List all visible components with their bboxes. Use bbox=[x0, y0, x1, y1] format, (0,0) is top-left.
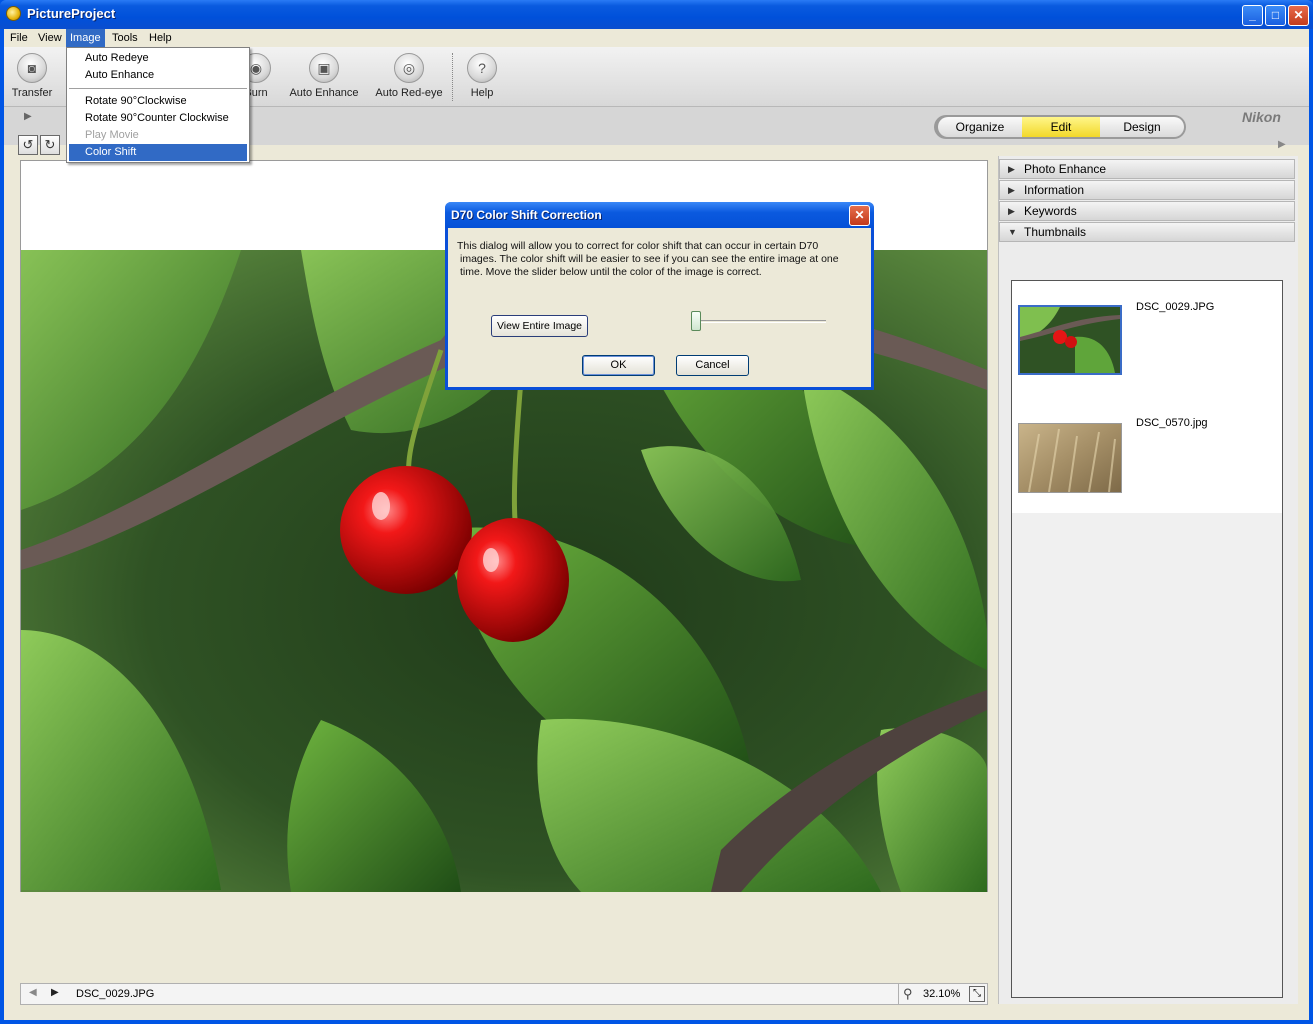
help-button[interactable]: ? Help bbox=[462, 51, 502, 105]
maximize-button[interactable]: □ bbox=[1265, 5, 1286, 26]
tab-design[interactable]: Design bbox=[1100, 117, 1184, 137]
color-shift-dialog: D70 Color Shift Correction ✕ This dialog… bbox=[445, 202, 874, 390]
collapse-arrow-icon: ▼ bbox=[1008, 227, 1017, 237]
ok-button[interactable]: OK bbox=[582, 355, 655, 376]
help-icon: ? bbox=[467, 53, 497, 83]
expand-arrow-icon: ▶ bbox=[1008, 164, 1015, 174]
cancel-button[interactable]: Cancel bbox=[676, 355, 749, 376]
rotate-cw-icon[interactable]: ↻ bbox=[40, 135, 60, 155]
color-shift-slider-thumb[interactable] bbox=[691, 311, 701, 331]
thumbnail-name: DSC_0570.jpg bbox=[1136, 417, 1208, 429]
section-label: Information bbox=[1024, 183, 1085, 197]
thumbnail-dsc-0570[interactable] bbox=[1018, 423, 1122, 493]
menu-item-play-movie: Play Movie bbox=[85, 129, 139, 141]
dialog-text-line: This dialog will allow you to correct fo… bbox=[457, 240, 819, 252]
menu-item-auto-enhance[interactable]: Auto Enhance bbox=[69, 67, 247, 84]
thumbnail-name: DSC_0029.JPG bbox=[1136, 301, 1215, 313]
nikon-logo: Nikon bbox=[1242, 109, 1281, 125]
menu-item-auto-redeye[interactable]: Auto Redeye bbox=[69, 50, 247, 67]
collapse-arrow-icon[interactable]: ▶ bbox=[24, 111, 32, 122]
camera-icon: ◙ bbox=[17, 53, 47, 83]
thumbnail-image bbox=[1020, 307, 1120, 373]
expand-arrow-icon: ▶ bbox=[1008, 185, 1015, 195]
title-bar[interactable]: PictureProject _ □ ✕ bbox=[0, 0, 1313, 29]
prev-image-icon[interactable]: ◀ bbox=[29, 987, 37, 998]
zoom-control[interactable]: ⚲ 32.10% bbox=[898, 984, 962, 1004]
toolbar-separator bbox=[452, 53, 453, 101]
tab-edit[interactable]: Edit bbox=[1022, 117, 1100, 137]
fit-to-window-icon[interactable]: ⤡ bbox=[969, 986, 985, 1002]
menu-item-rotate-ccw[interactable]: Rotate 90°Counter Clockwise bbox=[69, 110, 247, 127]
menu-item-rotate-cw[interactable]: Rotate 90°Clockwise bbox=[69, 93, 247, 110]
tab-organize[interactable]: Organize bbox=[938, 117, 1022, 137]
dialog-title-bar[interactable]: D70 Color Shift Correction ✕ bbox=[445, 202, 874, 228]
status-filename: DSC_0029.JPG bbox=[76, 988, 155, 1000]
dialog-description: This dialog will allow you to correct fo… bbox=[457, 240, 861, 279]
color-shift-slider-track[interactable] bbox=[693, 320, 826, 323]
section-keywords[interactable]: ▶ Keywords bbox=[999, 201, 1295, 221]
section-information[interactable]: ▶ Information bbox=[999, 180, 1295, 200]
dialog-text-line: images. The color shift will be easier t… bbox=[460, 253, 839, 265]
status-bar: ◀ ▶ DSC_0029.JPG ⚲ 32.10% ⤡ bbox=[20, 983, 988, 1005]
image-menu-dropdown: Auto Redeye Auto Enhance Rotate 90°Clock… bbox=[66, 47, 250, 163]
help-label: Help bbox=[470, 87, 494, 99]
section-label: Photo Enhance bbox=[1024, 162, 1107, 176]
section-label: Thumbnails bbox=[1024, 225, 1087, 239]
menu-separator bbox=[69, 88, 247, 89]
minimize-button[interactable]: _ bbox=[1242, 5, 1263, 26]
window-title: PictureProject bbox=[27, 6, 116, 21]
client-area: File View Image Tools Help ◙ Transfer ◉ … bbox=[4, 29, 1309, 1020]
auto-redeye-button[interactable]: ◎ Auto Red-eye bbox=[374, 51, 444, 105]
zoom-value[interactable]: 32.10% bbox=[923, 988, 960, 1000]
dialog-title: D70 Color Shift Correction bbox=[451, 208, 602, 222]
thumbnail-dsc-0029[interactable] bbox=[1018, 305, 1122, 375]
next-image-icon[interactable]: ▶ bbox=[51, 987, 59, 998]
enhance-icon: ▣ bbox=[309, 53, 339, 83]
thumbnail-image bbox=[1019, 424, 1121, 492]
mode-tabs: Organize Edit Design bbox=[934, 115, 1186, 139]
thumbnail-list[interactable]: DSC_0029.JPG DSC_0570.jpg bbox=[1011, 280, 1283, 998]
dialog-close-button[interactable]: ✕ bbox=[849, 205, 870, 226]
panel-toggle-icon[interactable]: ▶ bbox=[1278, 139, 1286, 150]
auto-enhance-button[interactable]: ▣ Auto Enhance bbox=[288, 51, 360, 105]
menu-help[interactable]: Help bbox=[145, 29, 176, 47]
menu-tools[interactable]: Tools bbox=[108, 29, 142, 47]
expand-arrow-icon: ▶ bbox=[1008, 206, 1015, 216]
menu-bar: File View Image Tools Help bbox=[4, 29, 1309, 47]
eye-icon: ◎ bbox=[394, 53, 424, 83]
section-thumbnails[interactable]: ▼ Thumbnails bbox=[999, 222, 1295, 242]
menu-item-color-shift[interactable]: Color Shift bbox=[69, 144, 247, 161]
dialog-text-line: time. Move the slider below until the co… bbox=[460, 266, 762, 278]
right-panel: ▶ Photo Enhance ▶ Information ▶ Keywords… bbox=[998, 156, 1298, 1004]
section-photo-enhance[interactable]: ▶ Photo Enhance bbox=[999, 159, 1295, 179]
rotate-buttons: ↺ ↻ bbox=[18, 135, 68, 155]
transfer-label: Transfer bbox=[11, 87, 53, 99]
app-window: PictureProject _ □ ✕ File View Image Too… bbox=[0, 0, 1313, 1024]
close-button[interactable]: ✕ bbox=[1288, 5, 1309, 26]
transfer-button[interactable]: ◙ Transfer bbox=[8, 51, 56, 105]
section-label: Keywords bbox=[1024, 204, 1077, 218]
menu-file[interactable]: File bbox=[6, 29, 32, 47]
auto-enhance-label: Auto Enhance bbox=[289, 87, 359, 99]
app-icon bbox=[6, 6, 21, 21]
menu-image[interactable]: Image bbox=[66, 29, 105, 47]
magnifier-icon[interactable]: ⚲ bbox=[903, 986, 913, 1002]
rotate-ccw-icon[interactable]: ↺ bbox=[18, 135, 38, 155]
menu-view[interactable]: View bbox=[34, 29, 66, 47]
view-entire-image-button[interactable]: View Entire Image bbox=[491, 315, 588, 337]
auto-redeye-label: Auto Red-eye bbox=[375, 87, 443, 99]
